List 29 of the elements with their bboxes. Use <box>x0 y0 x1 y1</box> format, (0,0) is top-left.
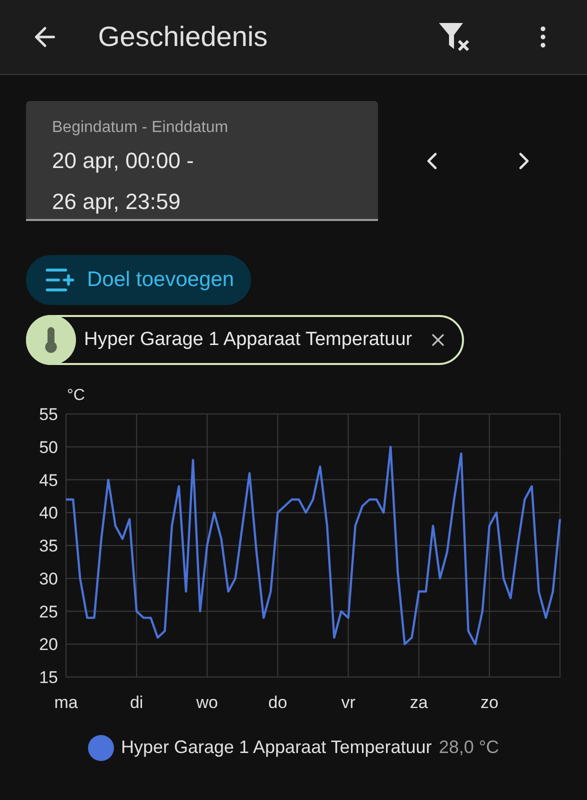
y-tick-label: 55 <box>39 405 58 424</box>
field-label: Begindatum - Einddatum <box>52 118 228 138</box>
y-tick-label: 30 <box>39 569 58 588</box>
legend-value: 28,0 °C <box>438 736 500 759</box>
date-range-field[interactable]: Begindatum - Einddatum 20 apr, 00:00 - 26 apr, 23:59 <box>26 101 378 221</box>
x-tick-label: di <box>130 693 144 710</box>
legend-label: Hyper Garage 1 Apparaat Temperatuur <box>120 736 432 759</box>
chip-label: Hyper Garage 1 Apparaat Temperatuur <box>84 328 412 352</box>
y-tick-label: 15 <box>39 668 58 687</box>
x-tick-label: zo <box>480 693 498 710</box>
y-tick-label: 40 <box>39 504 58 523</box>
y-tick-label: 25 <box>39 602 58 622</box>
x-tick-label: vr <box>341 693 356 710</box>
clear-filter-icon[interactable] <box>437 21 471 53</box>
x-tick-label: za <box>410 693 428 710</box>
y-tick-label: 45 <box>39 470 58 490</box>
x-tick-label: wo <box>196 693 218 710</box>
page-title: Geschiedenis <box>98 20 268 54</box>
end-date-text: 26 apr, 23:59 <box>52 188 180 216</box>
y-tick-label: 35 <box>39 536 58 556</box>
start-date-text: 20 apr, 00:00 - <box>52 147 194 175</box>
x-tick-label: ma <box>54 693 78 710</box>
y-tick-label: 50 <box>39 438 58 457</box>
y-tick-label: 20 <box>39 635 58 654</box>
unit-label: °C <box>67 387 85 404</box>
x-tick-label: do <box>268 693 288 710</box>
target-chip[interactable]: Hyper Garage 1 Apparaat Temperatuur <box>26 315 464 365</box>
add-target-button[interactable]: Doel toevoegen <box>26 255 252 305</box>
thermometer-icon <box>26 315 76 365</box>
